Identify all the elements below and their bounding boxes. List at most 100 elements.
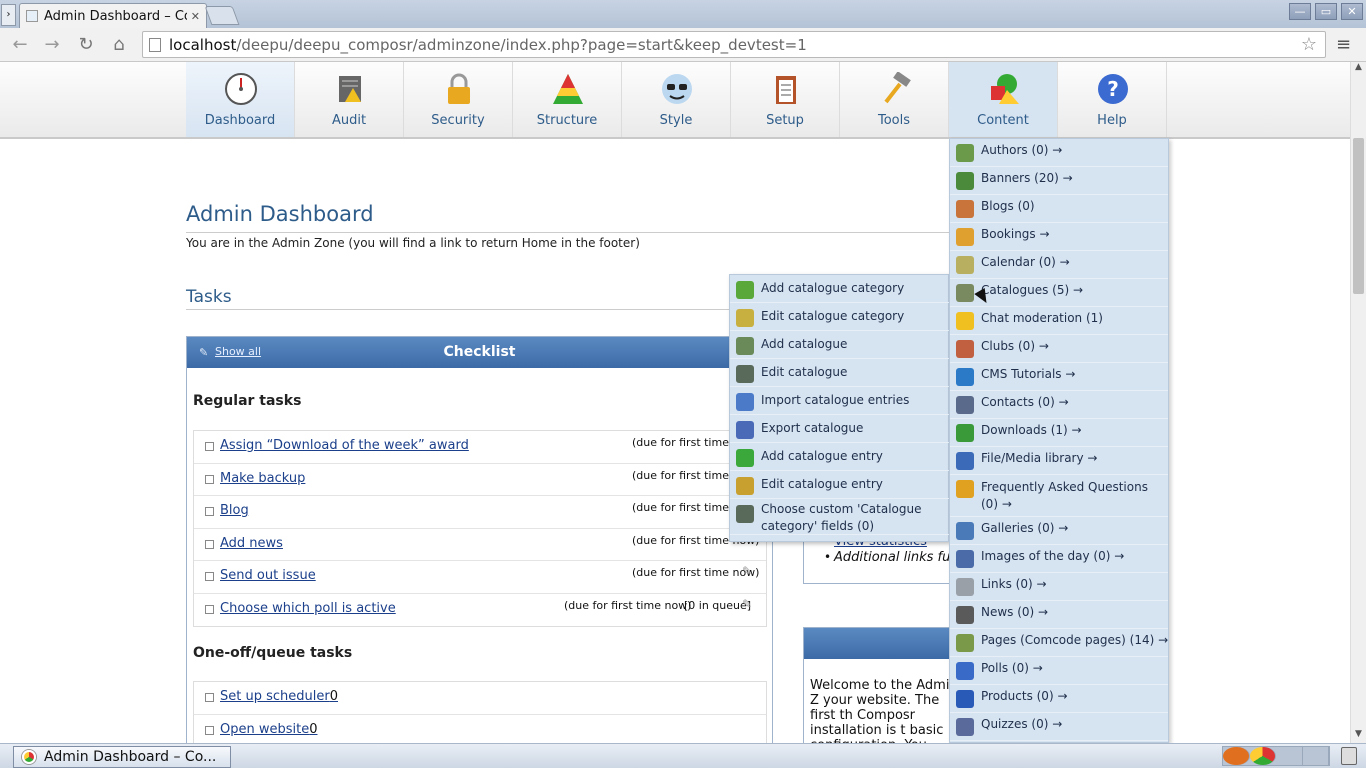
nav-structure[interactable]: Structure <box>513 62 622 137</box>
page-favicon-icon <box>26 10 38 22</box>
catalogue-submenu-item-label: Edit catalogue category <box>761 309 905 323</box>
content-menu-item[interactable]: Calendar (0) → <box>950 251 1168 279</box>
browser-tab-active[interactable]: Admin Dashboard – Co ✕ <box>19 3 207 28</box>
nav-dashboard[interactable]: Dashboard <box>186 62 295 137</box>
nav-security[interactable]: Security <box>404 62 513 137</box>
address-bar[interactable]: localhost/deepu/deepu_composr/adminzone/… <box>142 31 1326 58</box>
content-menu-item[interactable]: News (0) → <box>950 601 1168 629</box>
task-link[interactable]: Choose which poll is active <box>220 601 396 616</box>
page-vertical-scrollbar[interactable]: ▲ ▼ <box>1350 62 1366 743</box>
content-menu-item[interactable]: Polls (0) → <box>950 657 1168 685</box>
iotd-icon <box>956 550 974 568</box>
catalogue-submenu-item[interactable]: Export catalogue <box>730 415 950 443</box>
chrome-tray-icon[interactable] <box>1249 747 1276 765</box>
nav-help[interactable]: ? Help <box>1058 62 1167 137</box>
task-status-checkbox <box>205 507 214 516</box>
task-link: Set up scheduler0 <box>220 689 338 704</box>
content-menu-item[interactable]: Clubs (0) → <box>950 335 1168 363</box>
catalogue-submenu-item[interactable]: Add catalogue category <box>730 275 950 303</box>
nav-tools[interactable]: Tools <box>840 62 949 137</box>
polls-icon <box>956 662 974 680</box>
content-menu-item[interactable]: File/Media library → <box>950 447 1168 475</box>
content-menu-item[interactable]: Authors (0) → <box>950 139 1168 167</box>
content-menu-item[interactable]: Frequently Asked Questions (0) → <box>950 475 1168 517</box>
tab-scroll-left-button[interactable]: › <box>1 4 16 26</box>
maximize-window-button[interactable]: ▭ <box>1315 3 1337 20</box>
scroll-up-arrow-icon[interactable]: ▲ <box>1351 62 1366 76</box>
content-menu-item[interactable]: Products (0) → <box>950 685 1168 713</box>
browser-tab-title: Admin Dashboard – Co <box>44 8 187 24</box>
task-status-checkbox <box>205 442 214 451</box>
catalogue-submenu-item[interactable]: Edit catalogue category <box>730 303 950 331</box>
admin-top-navigation: Dashboard Audit Security Structure Style… <box>0 62 1350 139</box>
catalogue-submenu-item[interactable]: Add catalogue entry <box>730 443 950 471</box>
catalogue-submenu-item[interactable]: Import catalogue entries <box>730 387 950 415</box>
clubs-icon <box>956 340 974 358</box>
bookings-icon <box>956 228 974 246</box>
content-menu-item-label: Chat moderation (1) <box>981 311 1103 325</box>
nav-content[interactable]: Content <box>949 62 1058 137</box>
table-row: Choose which poll is active (due for fir… <box>194 594 766 627</box>
nav-setup[interactable]: Setup <box>731 62 840 137</box>
page-subtitle: You are in the Admin Zone (you will find… <box>186 236 640 250</box>
taskbar-window-button[interactable]: Admin Dashboard – Co... <box>13 746 231 768</box>
browser-menu-icon[interactable]: ≡ <box>1336 34 1351 55</box>
content-menu-item-label: Links (0) → <box>981 577 1047 591</box>
task-link[interactable]: Add news <box>220 536 283 551</box>
content-menu-item[interactable]: Bookings → <box>950 223 1168 251</box>
nav-style[interactable]: Style <box>622 62 731 137</box>
configure-spanner-icon[interactable]: ✎ <box>742 597 752 611</box>
table-row: Make backup (due for first time now) <box>194 464 766 496</box>
trash-icon[interactable] <box>1341 747 1357 765</box>
page-title: Admin Dashboard <box>186 202 374 226</box>
add-entry-icon <box>736 449 754 467</box>
bookmark-star-icon[interactable]: ☆ <box>1301 34 1317 55</box>
task-link[interactable]: Assign “Download of the week” award <box>220 438 469 453</box>
catalogue-submenu-item-label: Add catalogue category <box>761 281 905 295</box>
content-menu-item[interactable]: Links (0) → <box>950 573 1168 601</box>
content-menu-item[interactable]: Chat moderation (1) <box>950 307 1168 335</box>
catalogue-submenu-item[interactable]: Edit catalogue <box>730 359 950 387</box>
content-menu-item[interactable]: Pages (Comcode pages) (14) → <box>950 629 1168 657</box>
content-menu-item-label: Quizzes (0) → <box>981 717 1063 731</box>
scrollbar-thumb[interactable] <box>1353 138 1364 294</box>
task-link[interactable]: Make backup <box>220 471 305 486</box>
catalogue-submenu-item[interactable]: Add catalogue <box>730 331 950 359</box>
new-tab-button[interactable] <box>204 6 240 25</box>
content-menu-item[interactable]: Banners (20) → <box>950 167 1168 195</box>
firefox-icon[interactable] <box>1223 747 1250 765</box>
task-link-text[interactable]: Open website <box>220 722 309 737</box>
content-menu-item[interactable]: Blogs (0) <box>950 195 1168 223</box>
export-icon <box>736 421 754 439</box>
url-host: localhost <box>169 35 237 54</box>
home-icon[interactable]: ⌂ <box>107 33 131 57</box>
taskbar-window-label: Admin Dashboard – Co... <box>44 749 217 765</box>
content-menu-item-label: News (0) → <box>981 605 1049 619</box>
close-tab-icon[interactable]: ✕ <box>191 10 200 23</box>
content-menu-item[interactable]: Contacts (0) → <box>950 391 1168 419</box>
configure-spanner-icon[interactable]: ✎ <box>742 564 752 578</box>
content-menu-item[interactable]: Downloads (1) → <box>950 419 1168 447</box>
task-link[interactable]: Send out issue <box>220 568 316 583</box>
svg-text:?: ? <box>1107 77 1119 101</box>
task-link[interactable]: Blog <box>220 503 249 518</box>
task-due: (due for first time now) <box>564 598 692 612</box>
task-due: (due for first time now) <box>632 566 760 579</box>
catalogue-submenu-item[interactable]: Edit catalogue entry <box>730 471 950 499</box>
forward-arrow-icon[interactable]: → <box>40 33 64 57</box>
regular-tasks-heading: Regular tasks <box>193 393 302 409</box>
nav-audit[interactable]: Audit <box>295 62 404 137</box>
reload-icon[interactable]: ↻ <box>74 33 98 57</box>
task-status-checkbox <box>205 572 214 581</box>
content-menu-item[interactable]: Quizzes (0) → <box>950 713 1168 741</box>
content-menu-item[interactable]: Galleries (0) → <box>950 517 1168 545</box>
scroll-down-arrow-icon[interactable]: ▼ <box>1351 729 1366 743</box>
minimize-window-button[interactable]: — <box>1289 3 1311 20</box>
content-menu-item[interactable]: CMS Tutorials → <box>950 363 1168 391</box>
task-link-text[interactable]: Set up scheduler <box>220 689 330 704</box>
catalogue-submenu-item[interactable]: Choose custom 'Catalogue category' field… <box>730 499 950 535</box>
pages-icon <box>956 634 974 652</box>
content-menu-item[interactable]: Images of the day (0) → <box>950 545 1168 573</box>
back-arrow-icon[interactable]: ← <box>8 33 32 57</box>
close-window-button[interactable]: ✕ <box>1341 3 1363 20</box>
